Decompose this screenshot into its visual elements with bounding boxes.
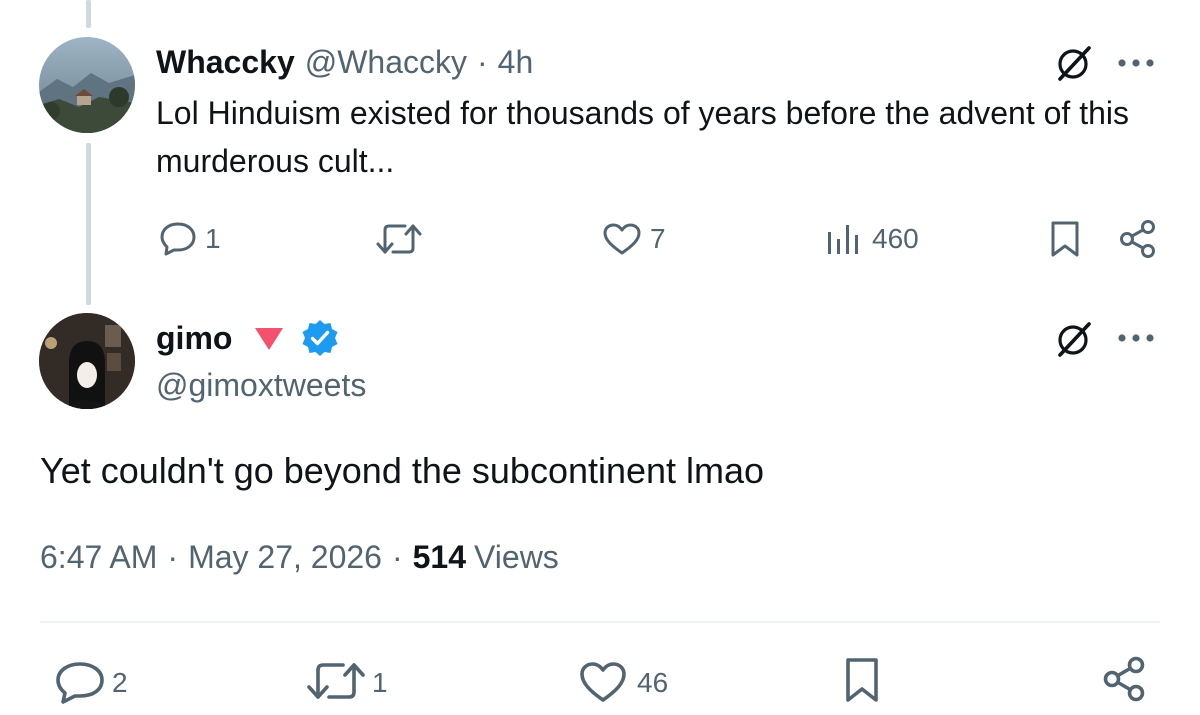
main-tweet-text: Yet couldn't go beyond the subcontinent … [40, 450, 765, 491]
tweet-meta: 6:47 AM · May 27, 2026 · 514 Views [40, 539, 559, 576]
main-handle[interactable]: @gimoxtweets [156, 367, 366, 404]
parent-tweet-text: Lol Hinduism existed for thousands of ye… [156, 95, 1129, 179]
share-icon[interactable] [1102, 656, 1148, 702]
reply-icon[interactable] [53, 660, 107, 704]
grok-icon[interactable] [1054, 319, 1094, 359]
avatar-gimo[interactable] [39, 313, 135, 409]
thread-line-top [86, 0, 91, 28]
bookmark-icon[interactable] [843, 656, 881, 704]
meta-separator: · [391, 539, 403, 575]
like-icon[interactable] [578, 660, 628, 704]
red-triangle-emoji [252, 324, 286, 352]
tweet-time[interactable]: 6:47 AM [40, 539, 157, 576]
more-icon[interactable] [1116, 57, 1156, 69]
main-display-name[interactable]: gimo [156, 320, 232, 357]
avatar-whaccky[interactable] [39, 37, 135, 133]
more-icon[interactable] [1116, 332, 1156, 344]
parent-display-name[interactable]: Whaccky [156, 44, 295, 81]
tweet-date[interactable]: May 27, 2026 [188, 539, 382, 576]
meta-separator: · [167, 539, 179, 575]
grok-icon[interactable] [1054, 43, 1094, 83]
retweet-icon[interactable] [305, 660, 367, 702]
main-header: gimo [156, 315, 340, 361]
views-count: 514 [412, 539, 467, 575]
views-label: Views [474, 539, 559, 575]
parent-time[interactable]: 4h [498, 44, 534, 81]
thread-line-connector [86, 143, 91, 305]
retweet-icon[interactable] [375, 222, 423, 256]
divider [40, 621, 1160, 623]
parent-header: Whaccky @Whaccky · 4h [156, 42, 533, 82]
parent-like-count: 7 [650, 223, 666, 254]
share-icon[interactable] [1118, 220, 1158, 258]
views-stat[interactable]: 514 Views [413, 539, 559, 576]
main-retweet-count: 1 [372, 667, 388, 698]
verified-badge-icon[interactable] [300, 318, 340, 358]
main-reply-count: 2 [112, 667, 128, 698]
views-icon[interactable] [826, 222, 860, 256]
main-like-count: 46 [637, 667, 669, 698]
parent-reply-count: 1 [205, 223, 221, 254]
like-icon[interactable] [602, 222, 642, 256]
parent-separator: · [477, 43, 488, 80]
reply-icon[interactable] [158, 220, 198, 256]
parent-view-count: 460 [872, 223, 919, 254]
parent-handle[interactable]: @Whaccky [305, 44, 467, 81]
bookmark-icon[interactable] [1049, 220, 1081, 258]
